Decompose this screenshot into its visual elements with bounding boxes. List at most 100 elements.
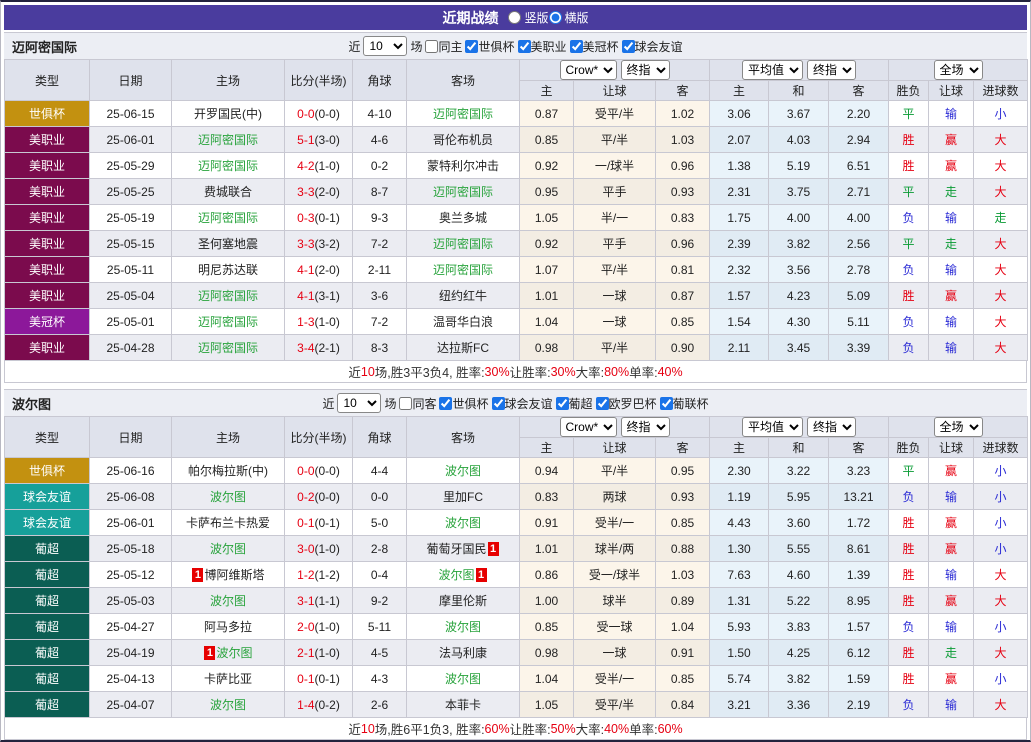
same-venue-option[interactable]: 同客	[399, 395, 436, 412]
avg-odds-select[interactable]: 平均值	[742, 60, 803, 80]
league-filter-checkbox[interactable]	[439, 397, 452, 410]
home-team-name[interactable]: 波尔图	[210, 542, 246, 556]
odds-company-select[interactable]: Crow*	[560, 417, 617, 437]
league-filter-option-1[interactable]: 球会友谊	[492, 395, 553, 412]
away-team-name[interactable]: 摩里伦斯	[439, 594, 487, 608]
home-team-cell[interactable]: 1波尔图	[172, 640, 285, 666]
home-team-name[interactable]: 迈阿密国际	[198, 341, 258, 355]
league-filter-checkbox[interactable]	[570, 40, 583, 53]
away-team-cell[interactable]: 本菲卡	[407, 692, 520, 718]
home-team-cell[interactable]: 迈阿密国际	[172, 283, 285, 309]
away-team-cell[interactable]: 蒙特利尔冲击	[407, 153, 520, 179]
away-team-cell[interactable]: 哥伦布机员	[407, 127, 520, 153]
home-team-name[interactable]: 迈阿密国际	[198, 211, 258, 225]
away-team-cell[interactable]: 波尔图	[407, 510, 520, 536]
home-team-cell[interactable]: 迈阿密国际	[172, 205, 285, 231]
league-filter-option-2[interactable]: 葡超	[556, 395, 593, 412]
avg-odds-select[interactable]: 平均值	[742, 417, 803, 437]
home-team-cell[interactable]: 迈阿密国际	[172, 127, 285, 153]
away-team-name[interactable]: 温哥华白浪	[433, 315, 493, 329]
home-team-name[interactable]: 波尔图	[216, 646, 252, 660]
home-team-cell[interactable]: 阿马多拉	[172, 614, 285, 640]
away-team-cell[interactable]: 纽约红牛	[407, 283, 520, 309]
home-team-cell[interactable]: 圣何塞地震	[172, 231, 285, 257]
home-team-cell[interactable]: 费城联合	[172, 179, 285, 205]
odds-company-final-select[interactable]: 终指	[621, 417, 670, 437]
home-team-name[interactable]: 帕尔梅拉斯(中)	[188, 464, 268, 478]
home-team-cell[interactable]: 波尔图	[172, 484, 285, 510]
league-filter-option-0[interactable]: 世俱杯	[439, 395, 488, 412]
scope-select[interactable]: 全场	[934, 417, 983, 437]
away-team-cell[interactable]: 迈阿密国际	[407, 101, 520, 127]
avg-odds-final-select[interactable]: 终指	[807, 60, 856, 80]
away-team-name[interactable]: 本菲卡	[445, 698, 481, 712]
away-team-cell[interactable]: 波尔图1	[407, 562, 520, 588]
away-team-cell[interactable]: 迈阿密国际	[407, 179, 520, 205]
avg-odds-final-select[interactable]: 终指	[807, 417, 856, 437]
layout-option-1[interactable]: 横版	[549, 9, 589, 26]
away-team-name[interactable]: 纽约红牛	[439, 289, 487, 303]
same-venue-checkbox[interactable]	[425, 40, 438, 53]
away-team-cell[interactable]: 波尔图	[407, 666, 520, 692]
same-venue-checkbox[interactable]	[399, 397, 412, 410]
same-venue-option[interactable]: 同主	[425, 38, 462, 55]
layout-radio-1[interactable]	[549, 11, 562, 24]
league-filter-checkbox[interactable]	[492, 397, 505, 410]
recent-count-select[interactable]: 10	[363, 36, 407, 56]
home-team-name[interactable]: 波尔图	[210, 594, 246, 608]
league-filter-checkbox[interactable]	[518, 40, 531, 53]
recent-count-select[interactable]: 10	[337, 393, 381, 413]
away-team-cell[interactable]: 温哥华白浪	[407, 309, 520, 335]
home-team-cell[interactable]: 卡萨布兰卡热爱	[172, 510, 285, 536]
home-team-name[interactable]: 开罗国民(中)	[194, 107, 262, 121]
home-team-cell[interactable]: 迈阿密国际	[172, 153, 285, 179]
away-team-name[interactable]: 波尔图	[445, 516, 481, 530]
home-team-name[interactable]: 博阿维斯塔	[204, 568, 264, 582]
home-team-name[interactable]: 波尔图	[210, 698, 246, 712]
league-filter-option-3[interactable]: 球会友谊	[622, 38, 683, 55]
away-team-cell[interactable]: 波尔图	[407, 458, 520, 484]
away-team-name[interactable]: 迈阿密国际	[433, 237, 493, 251]
league-filter-checkbox[interactable]	[596, 397, 609, 410]
away-team-cell[interactable]: 葡萄牙国民1	[407, 536, 520, 562]
home-team-cell[interactable]: 迈阿密国际	[172, 335, 285, 361]
away-team-name[interactable]: 里加FC	[443, 490, 483, 504]
home-team-cell[interactable]: 开罗国民(中)	[172, 101, 285, 127]
home-team-name[interactable]: 迈阿密国际	[198, 289, 258, 303]
away-team-name[interactable]: 蒙特利尔冲击	[427, 159, 499, 173]
layout-radio-0[interactable]	[508, 11, 521, 24]
home-team-cell[interactable]: 帕尔梅拉斯(中)	[172, 458, 285, 484]
away-team-name[interactable]: 奥兰多城	[439, 211, 487, 225]
home-team-name[interactable]: 卡萨比亚	[204, 672, 252, 686]
league-filter-option-0[interactable]: 世俱杯	[465, 38, 514, 55]
league-filter-option-1[interactable]: 美职业	[518, 38, 567, 55]
home-team-name[interactable]: 迈阿密国际	[198, 315, 258, 329]
league-filter-checkbox[interactable]	[556, 397, 569, 410]
home-team-name[interactable]: 迈阿密国际	[198, 133, 258, 147]
league-filter-checkbox[interactable]	[660, 397, 673, 410]
league-filter-option-4[interactable]: 葡联杯	[660, 395, 709, 412]
odds-company-select[interactable]: Crow*	[560, 60, 617, 80]
away-team-cell[interactable]: 迈阿密国际	[407, 257, 520, 283]
away-team-name[interactable]: 达拉斯FC	[437, 341, 489, 355]
away-team-cell[interactable]: 波尔图	[407, 614, 520, 640]
home-team-name[interactable]: 明尼苏达联	[198, 263, 258, 277]
away-team-name[interactable]: 波尔图	[445, 620, 481, 634]
home-team-cell[interactable]: 波尔图	[172, 588, 285, 614]
away-team-cell[interactable]: 摩里伦斯	[407, 588, 520, 614]
home-team-name[interactable]: 阿马多拉	[204, 620, 252, 634]
layout-option-0[interactable]: 竖版	[508, 9, 548, 26]
league-filter-option-3[interactable]: 欧罗巴杯	[596, 395, 657, 412]
away-team-name[interactable]: 迈阿密国际	[433, 263, 493, 277]
away-team-cell[interactable]: 里加FC	[407, 484, 520, 510]
odds-company-final-select[interactable]: 终指	[621, 60, 670, 80]
league-filter-checkbox[interactable]	[622, 40, 635, 53]
home-team-name[interactable]: 迈阿密国际	[198, 159, 258, 173]
league-filter-checkbox[interactable]	[465, 40, 478, 53]
home-team-cell[interactable]: 波尔图	[172, 536, 285, 562]
away-team-name[interactable]: 迈阿密国际	[433, 185, 493, 199]
away-team-name[interactable]: 迈阿密国际	[433, 107, 493, 121]
home-team-cell[interactable]: 波尔图	[172, 692, 285, 718]
home-team-name[interactable]: 波尔图	[210, 490, 246, 504]
away-team-name[interactable]: 葡萄牙国民	[426, 542, 486, 556]
